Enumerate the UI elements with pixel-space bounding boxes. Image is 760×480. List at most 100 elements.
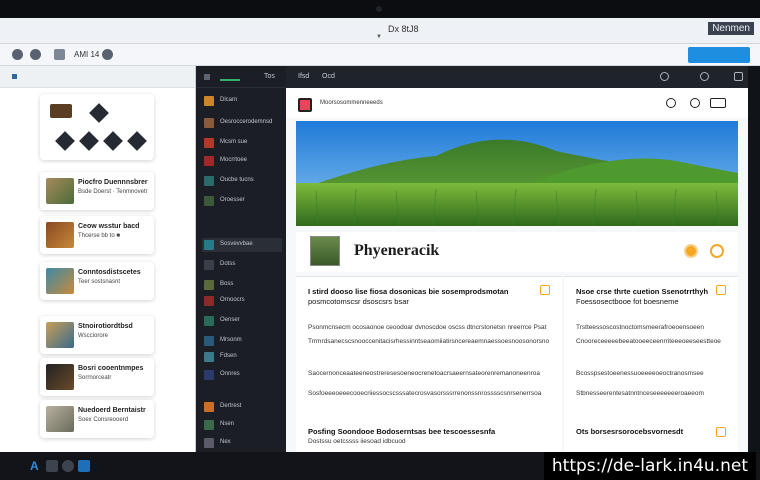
page-icon[interactable] [54,49,65,60]
bookmark-icon[interactable] [540,285,550,295]
forward-icon[interactable] [30,49,41,60]
sidebar-item-label: Nsen [220,421,235,427]
sidebar-item[interactable]: Oucbe tucns [202,174,282,188]
item-title: Conntosdistscetes [78,269,141,276]
list-item[interactable]: Stnoirotiordtbsd Wscciorore [40,316,154,354]
start-button[interactable]: A [30,459,39,473]
sidebar-item[interactable]: Oroesser [202,194,282,208]
item-icon [204,352,214,362]
article-footer-heading: Ots borsesrsorocebsvornesdt [576,427,684,436]
list-item[interactable]: Ceow wsstur bacd Thcerse bb to ■ [40,216,154,254]
title-thumbnail [310,236,340,266]
article-footer-heading: Posfing Soondooe Bodoserntsas bee tescoe… [308,427,496,436]
item-title: Stnoirotiordtbsd [78,323,133,330]
sidebar-item[interactable]: Sosvevvbae [202,238,282,252]
item-thumbnail [46,322,74,348]
chevron-down-icon[interactable]: ▼ [376,34,382,40]
item-icon [204,316,214,326]
sidebar-item[interactable]: Ornoocrs [202,294,282,308]
arrow-icon[interactable] [79,131,99,151]
list-item[interactable]: Conntosdistscetes Teer sostsnasnt [40,262,154,300]
share-icon[interactable] [690,98,700,108]
like-button[interactable] [684,244,698,258]
sidebar-item[interactable]: Nex [202,436,282,450]
taskbar-app-icon[interactable] [62,460,74,472]
refresh-icon[interactable] [666,98,676,108]
sidebar-item[interactable]: Onnres [202,368,282,382]
article-paragraph: Trrmrdsanecscsnooccenitacisrhessinntseao… [308,338,550,345]
sidebar-item[interactable]: Boss [202,278,282,292]
list-item[interactable]: Nuedoerd Berntaistr Soex Consreooerd [40,400,154,438]
shield-icon[interactable] [102,49,113,60]
list-item[interactable]: Bosri cooentnmpes Sorrnorceatr [40,358,154,396]
item-icon [204,138,214,148]
diamond-icon[interactable] [89,103,109,123]
hero-image [296,121,738,226]
sidebar-item[interactable]: Mrsonm [202,334,282,348]
toolbar-tab-label[interactable]: AMI 14 [74,50,99,59]
taskbar-app-icon[interactable] [78,460,90,472]
sidebar-item[interactable]: Oenser [202,314,282,328]
item-subtitle: Bsde Doerst · Tenmnovetr [78,189,148,195]
article-left: I stird dooso lise fiosa dosonicas bie s… [296,276,562,452]
sidebar-tab[interactable]: Tos [264,73,275,80]
item-thumbnail [46,222,74,248]
title-row: Phyeneracik [296,232,738,272]
camera-icon [376,6,382,12]
article-heading: I stird dooso lise fiosa dosonicas bie s… [308,287,509,296]
leaf-icon[interactable] [103,131,123,151]
window-title: Dx 8tJ8 [388,24,419,34]
grid-icon[interactable] [127,131,147,151]
primary-action-button[interactable] [688,47,750,63]
main-panel: Ifsd Ocd Moorsosommenneeeds Phyeneracik … [286,66,748,452]
article-right: Nsoe crse thrte cuetion Ssenotrrthyh Foe… [564,276,738,452]
item-title: Ceow wsstur bacd [78,223,140,230]
dark-sidebar: Tos Dlcarn Oesroccerodemnsd Mcsm sue Moc… [196,66,286,452]
sidebar-item[interactable]: Mcsm sue [202,136,282,150]
item-subtitle: Sorrnorceatr [78,375,112,381]
tab-2[interactable]: Ocd [322,73,335,80]
marker-icon [12,74,17,79]
article-paragraph: Bcosspsestoeenessuoeeeeoeoctranosmsee [576,370,704,377]
settings-icon[interactable] [700,72,709,81]
item-icon [204,156,214,166]
item-icon [204,438,214,448]
article-paragraph: Trstteessoscostnoctomsmeerafroeoensoeen [576,324,705,331]
more-button[interactable] [710,98,726,108]
item-subtitle: Teer sostsnasnt [78,279,121,285]
tag-icon[interactable] [55,131,75,151]
brand-label: Nenmen [708,22,754,35]
article-paragraph: Stbnesseerentesatnntnceseeeeeeeroaeeom [576,390,704,397]
cart-icon[interactable] [50,104,72,118]
item-icon [204,260,214,270]
bookmark-icon[interactable] [716,285,726,295]
tab-1[interactable]: Ifsd [298,73,309,80]
sidebar-item[interactable]: Dlcarn [202,94,282,108]
back-icon[interactable] [12,49,23,60]
favorite-button[interactable] [710,244,724,258]
sidebar-item[interactable]: Fdsen [202,350,282,364]
bookmark-icon[interactable] [716,427,726,437]
item-thumbnail [46,364,74,390]
sidebar-item-label: Oucbe tucns [220,177,254,183]
article-footer-text: Dostssu oetcssss iiesoad idbcuod [308,438,406,445]
menu-icon[interactable] [204,74,210,80]
sidebar-item[interactable]: Oesroccerodemnsd [202,116,282,130]
sidebar-item[interactable]: Dotss [202,258,282,272]
page-header: Moorsosommenneeeds [286,88,748,118]
site-name: Moorsosommenneeeds [320,100,383,106]
article-paragraph: Sosfoeeeoeeecooecriiessocscsssatecrosvas… [308,390,542,397]
sidebar-item-label: Mcsm sue [220,139,248,145]
sidebar-item[interactable]: Mocrrtoee [202,154,282,168]
article-subheading: Foessosectbooe fot boesneme [576,297,679,306]
sidebar-item[interactable]: Nsen [202,418,282,432]
page-title: Phyeneracik [354,242,440,259]
sidebar-item-label: Nex [220,439,231,445]
search-icon[interactable] [660,72,669,81]
item-thumbnail [46,178,74,204]
sidebar-item[interactable]: Dertrest [202,400,282,414]
item-subtitle: Thcerse bb to ■ [78,233,120,239]
close-icon[interactable] [734,72,743,81]
list-item[interactable]: Piocfro Duennnsbrer Bsde Doerst · Tenmno… [40,172,154,210]
taskbar-app-icon[interactable] [46,460,58,472]
